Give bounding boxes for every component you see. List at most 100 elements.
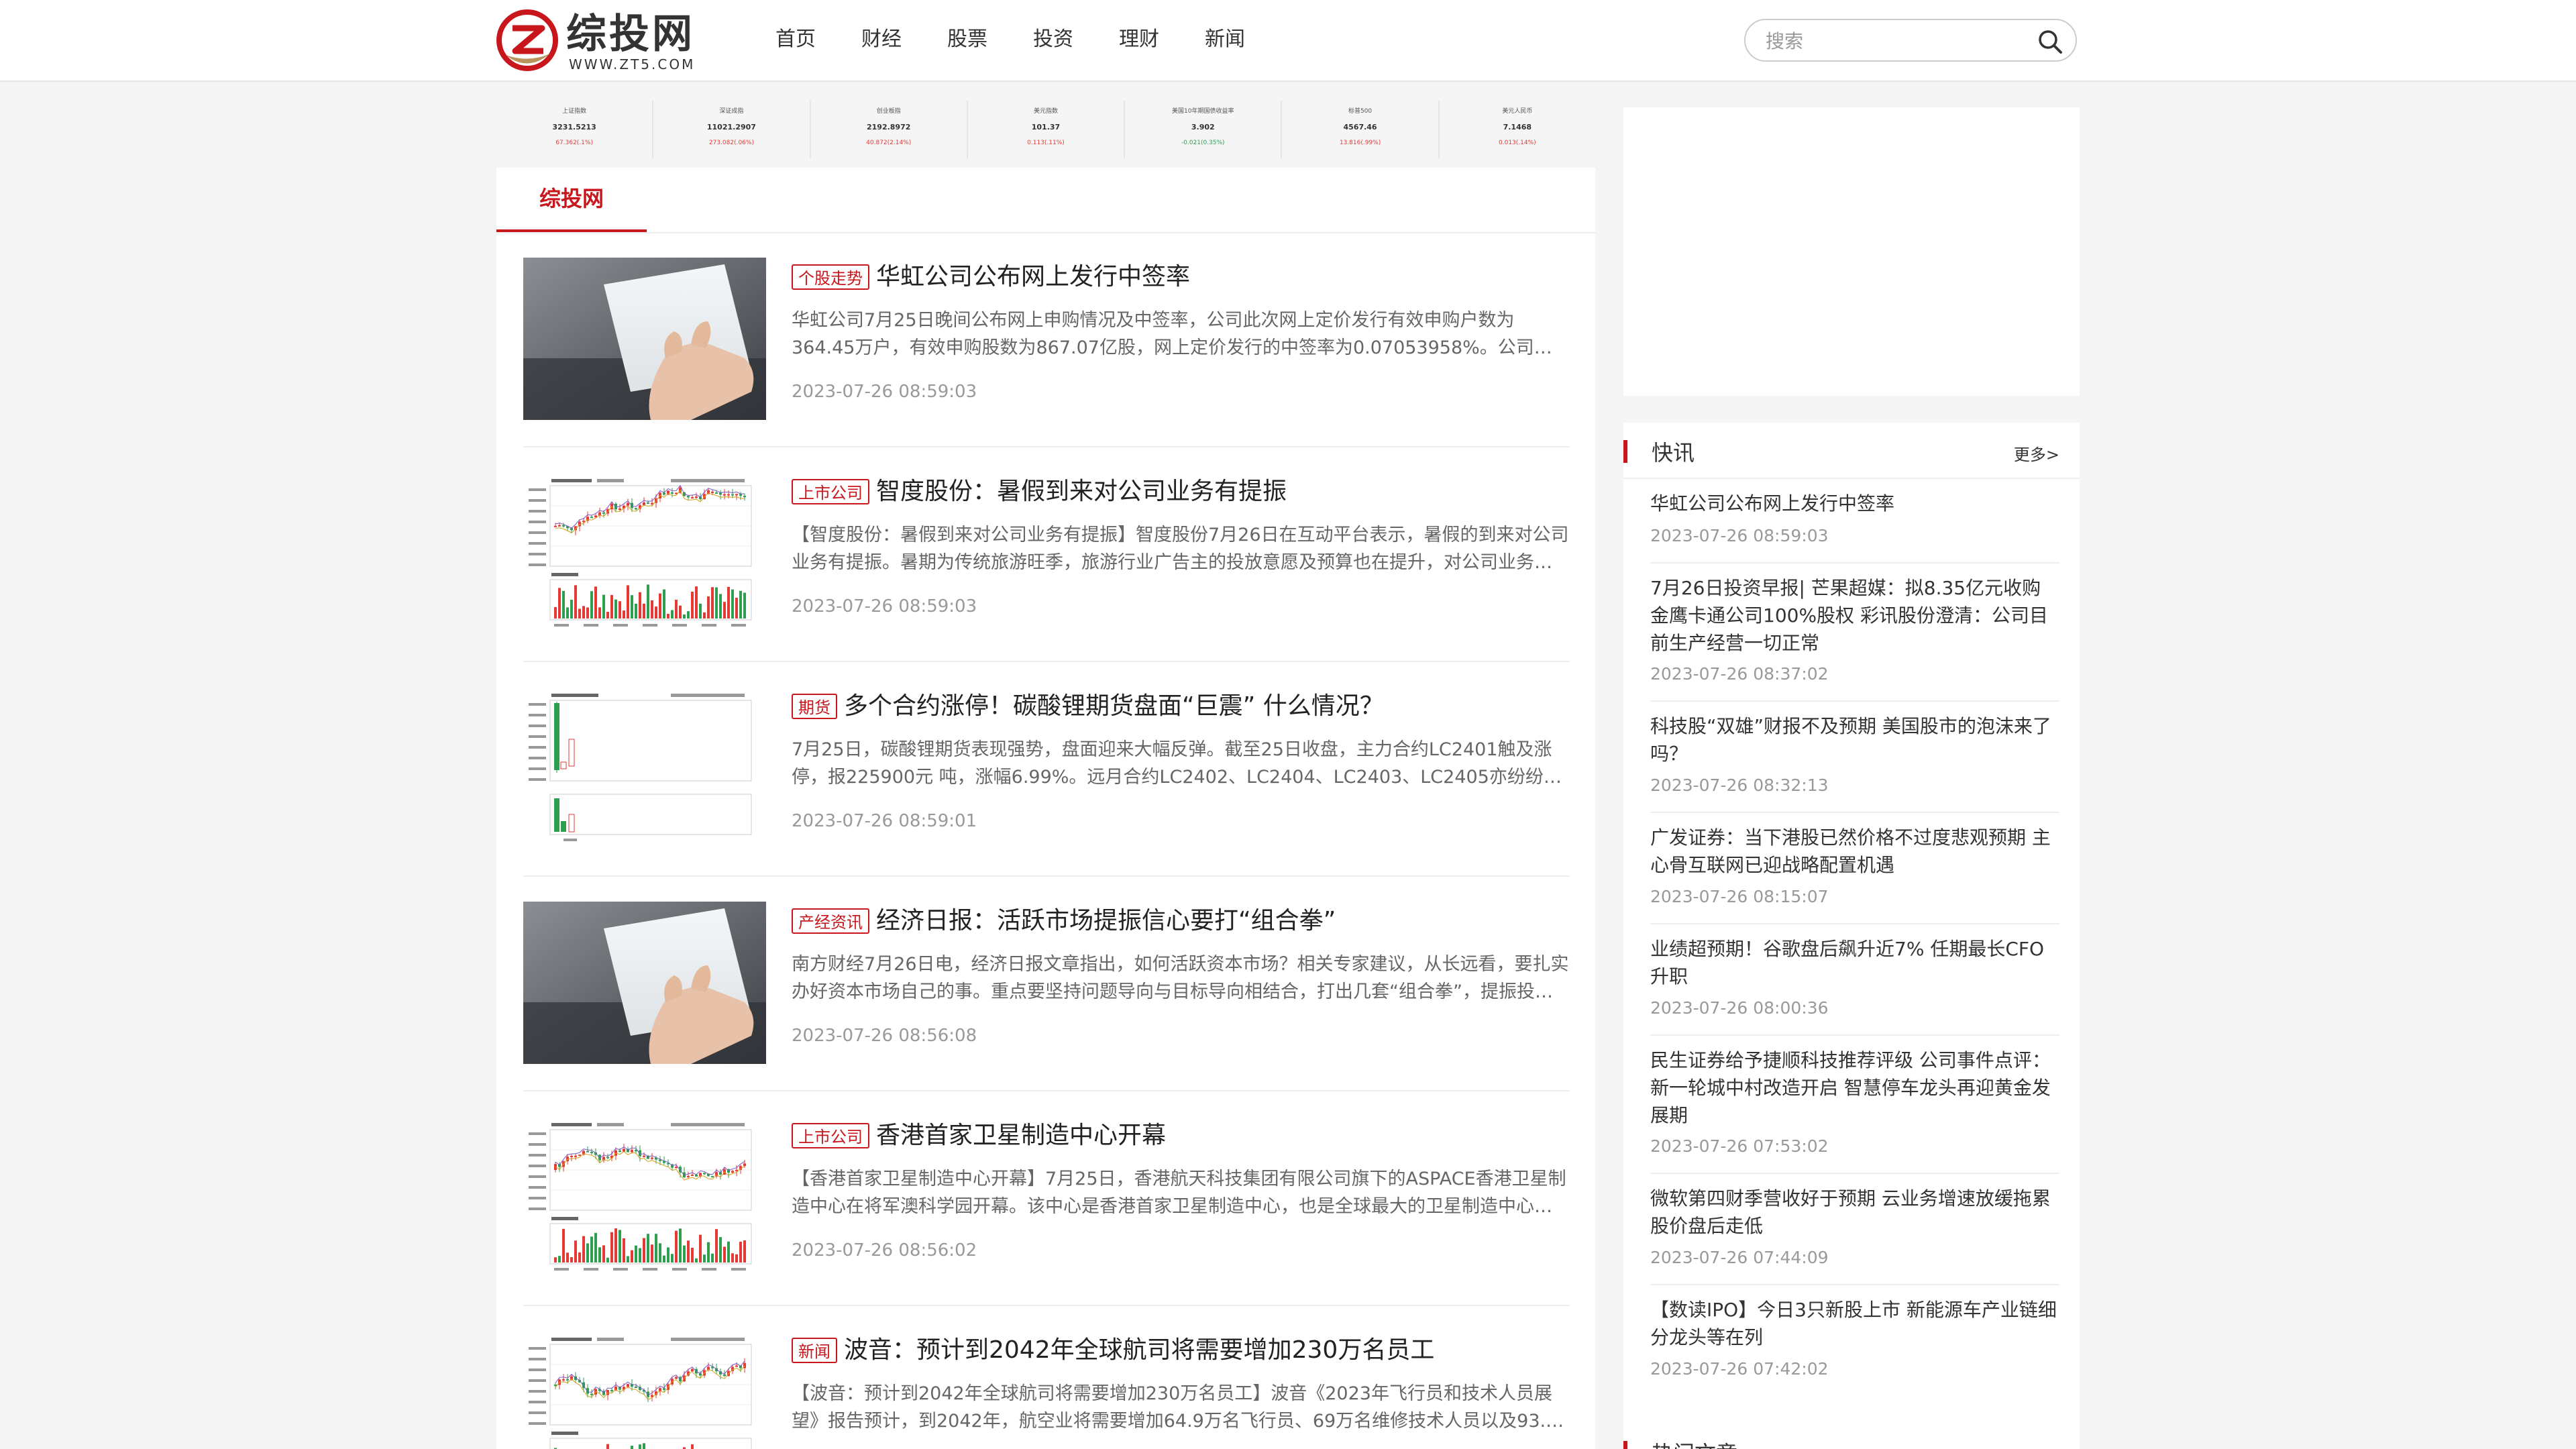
ticker-item[interactable]: 上证指数 3231.5213 67.362(.1%) xyxy=(496,101,654,158)
article-feed: 综投网 个股走势 华虹公司公布网上发行中签率 华虹公司7月25日晚间公布网上申购… xyxy=(496,168,1595,1449)
flash-item-title[interactable]: 【数读IPO】今日3只新股上市 新能源车产业链细分龙头等在列 xyxy=(1650,1296,2059,1351)
article-time: 2023-07-26 08:59:03 xyxy=(792,596,977,616)
flash-item-title[interactable]: 华虹公司公布网上发行中签率 xyxy=(1650,490,2059,517)
flash-news-panel: 快讯 更多> 华虹公司公布网上发行中签率 2023-07-26 08:59:03… xyxy=(1623,423,2080,1449)
flash-item[interactable]: 业绩超预期！谷歌盘后飙升近7% 任期最长CFO升职 2023-07-26 08:… xyxy=(1650,924,2059,1036)
search-box xyxy=(1744,19,2077,62)
article-title[interactable]: 智度股份：暑假到来对公司业务有提振 xyxy=(876,476,1287,508)
main-nav: 首页 财经 股票 投资 理财 新闻 xyxy=(753,0,1268,80)
article-title[interactable]: 香港首家卫星制造中心开幕 xyxy=(876,1120,1166,1152)
article-tag[interactable]: 上市公司 xyxy=(792,1123,869,1148)
ticker-change: 40.872(2.14%) xyxy=(866,140,912,146)
ticker-change: 67.362(.1%) xyxy=(555,140,593,146)
nav-wealth[interactable]: 理财 xyxy=(1096,0,1182,80)
article-tag[interactable]: 上市公司 xyxy=(792,479,869,504)
section-accent-bar xyxy=(1623,1441,1627,1449)
ticker-item[interactable]: 深证成指 11021.2907 273.082(.06%) xyxy=(653,101,811,158)
hot-articles-panel: 热门文章 xyxy=(1623,1426,2080,1449)
article-summary: 【智度股份：暑假到来对公司业务有提振】智度股份7月26日在互动平台表示，暑假的到… xyxy=(792,525,1569,573)
ticker-item[interactable]: 美元指数 101.37 0.113(.11%) xyxy=(968,101,1126,158)
ticker-value: 7.1468 xyxy=(1503,123,1532,131)
ticker-name: 美元指数 xyxy=(1033,108,1058,115)
flash-news-title: 快讯 xyxy=(1652,440,1695,466)
flash-item-time: 2023-07-26 08:32:13 xyxy=(1650,775,1829,795)
ticker-item[interactable]: 创业板指 2192.8972 40.872(2.14%) xyxy=(811,101,968,158)
article-tag[interactable]: 期货 xyxy=(792,694,837,719)
flash-item[interactable]: 科技股“双雄”财报不及预期 美国股市的泡沫来了吗？ 2023-07-26 08:… xyxy=(1650,702,2059,813)
article-item[interactable]: 新闻 波音：预计到2042年全球航司将需要增加230万名员工 【波音：预计到20… xyxy=(523,1306,1570,1449)
article-item[interactable]: 期货 多个合约涨停！碳酸锂期货盘面“巨震” 什么情况？ 7月25日，碳酸锂期货表… xyxy=(523,662,1570,877)
article-time: 2023-07-26 08:56:02 xyxy=(792,1240,977,1260)
article-title[interactable]: 华虹公司公布网上发行中签率 xyxy=(876,261,1190,293)
flash-item[interactable]: 【数读IPO】今日3只新股上市 新能源车产业链细分龙头等在列 2023-07-2… xyxy=(1650,1285,2059,1397)
article-thumbnail[interactable] xyxy=(523,1116,766,1279)
search-input[interactable] xyxy=(1764,27,2022,55)
ticker-name: 深证成指 xyxy=(719,108,744,115)
flash-item[interactable]: 7月26日投资早报| 芒果超媒：拟8.35亿元收购金鹰卡通公司100%股权 彩讯… xyxy=(1650,564,2059,702)
ticker-value: 3231.5213 xyxy=(552,123,596,131)
article-item[interactable]: 产经资讯 经济日报：活跃市场提振信心要打“组合拳” 南方财经7月26日电，经济日… xyxy=(523,877,1570,1091)
article-tag[interactable]: 产经资讯 xyxy=(792,908,869,934)
article-time: 2023-07-26 08:59:03 xyxy=(792,382,977,402)
article-title[interactable]: 多个合约涨停！碳酸锂期货盘面“巨震” 什么情况？ xyxy=(844,690,1384,722)
article-item[interactable]: 个股走势 华虹公司公布网上发行中签率 华虹公司7月25日晚间公布网上申购情况及中… xyxy=(523,233,1570,447)
ticker-change: 0.013(.14%) xyxy=(1499,140,1536,146)
flash-item[interactable]: 民生证券给予捷顺科技推荐评级 公司事件点评：新一轮城中村改造开启 智慧停车龙头再… xyxy=(1650,1036,2059,1174)
flash-item-title[interactable]: 微软第四财季营收好于预期 云业务增速放缓拖累股价盘后走低 xyxy=(1650,1185,2059,1240)
flash-news-header: 快讯 更多> xyxy=(1623,423,2080,479)
site-logo[interactable]: 综投网 WWW.ZT5.COM xyxy=(495,8,710,72)
ticker-change: 0.113(.11%) xyxy=(1027,140,1065,146)
ticker-name: 美国10年期国债收益率 xyxy=(1172,108,1234,115)
flash-item-title[interactable]: 7月26日投资早报| 芒果超媒：拟8.35亿元收购金鹰卡通公司100%股权 彩讯… xyxy=(1650,574,2059,657)
article-item[interactable]: 上市公司 香港首家卫星制造中心开幕 【香港首家卫星制造中心开幕】7月25日，香港… xyxy=(523,1091,1570,1306)
tab-zt5[interactable]: 综投网 xyxy=(496,168,647,232)
article-time: 2023-07-26 08:59:01 xyxy=(792,811,977,831)
flash-item-title[interactable]: 民生证券给予捷顺科技推荐评级 公司事件点评：新一轮城中村改造开启 智慧停车龙头再… xyxy=(1650,1046,2059,1129)
market-ticker: 上证指数 3231.5213 67.362(.1%) 深证成指 11021.2907 2… xyxy=(496,101,1595,158)
article-summary: 【香港首家卫星制造中心开幕】7月25日，香港航天科技集团有限公司旗下的ASPAC… xyxy=(792,1169,1566,1217)
ticker-change: -0.021(0.35%) xyxy=(1181,140,1225,146)
ad-banner xyxy=(1623,107,2080,396)
article-tag[interactable]: 新闻 xyxy=(792,1338,837,1363)
hot-articles-title: 热门文章 xyxy=(1652,1437,1737,1449)
ticker-name: 创业板指 xyxy=(876,108,901,115)
article-thumbnail[interactable] xyxy=(523,902,766,1064)
logo-url: WWW.ZT5.COM xyxy=(569,56,696,72)
ticker-name: 美元人民币 xyxy=(1502,108,1533,115)
article-item[interactable]: 上市公司 智度股份：暑假到来对公司业务有提振 【智度股份：暑假到来对公司业务有提… xyxy=(523,447,1570,662)
flash-item-title[interactable]: 业绩超预期！谷歌盘后飙升近7% 任期最长CFO升职 xyxy=(1650,935,2059,990)
ticker-item[interactable]: 美国10年期国债收益率 3.902 -0.021(0.35%) xyxy=(1125,101,1283,158)
nav-finance[interactable]: 财经 xyxy=(839,0,924,80)
article-thumbnail[interactable] xyxy=(523,1331,766,1449)
article-tag[interactable]: 个股走势 xyxy=(792,264,869,290)
flash-item-title[interactable]: 广发证券：当下港股已然价格不过度悲观预期 主心骨互联网已迎战略配置机遇 xyxy=(1650,824,2059,879)
nav-stocks[interactable]: 股票 xyxy=(924,0,1010,80)
article-thumbnail[interactable] xyxy=(523,258,766,420)
flash-item-title[interactable]: 科技股“双雄”财报不及预期 美国股市的泡沫来了吗？ xyxy=(1650,712,2059,767)
ticker-value: 3.902 xyxy=(1191,123,1215,131)
flash-item[interactable]: 微软第四财季营收好于预期 云业务增速放缓拖累股价盘后走低 2023-07-26 … xyxy=(1650,1174,2059,1285)
ticker-name: 上证指数 xyxy=(562,108,587,115)
article-summary: 华虹公司7月25日晚间公布网上申购情况及中签率，公司此次网上定价发行有效申购户数… xyxy=(792,310,1552,358)
ticker-value: 2192.8972 xyxy=(866,123,911,131)
site-header: 综投网 WWW.ZT5.COM 首页 财经 股票 投资 理财 新闻 xyxy=(0,0,2576,82)
nav-investment[interactable]: 投资 xyxy=(1010,0,1096,80)
nav-home[interactable]: 首页 xyxy=(753,0,839,80)
more-link[interactable]: 更多> xyxy=(2014,441,2059,465)
article-title[interactable]: 经济日报：活跃市场提振信心要打“组合拳” xyxy=(876,905,1336,937)
nav-news[interactable]: 新闻 xyxy=(1182,0,1268,80)
ticker-name: 标普500 xyxy=(1348,108,1373,115)
article-thumbnail[interactable] xyxy=(523,472,766,635)
article-title[interactable]: 波音：预计到2042年全球航司将需要增加230万名员工 xyxy=(844,1334,1434,1366)
flash-item[interactable]: 华虹公司公布网上发行中签率 2023-07-26 08:59:03 xyxy=(1650,479,2059,564)
ticker-item[interactable]: 美元人民币 7.1468 0.013(.14%) xyxy=(1440,101,1595,158)
article-thumbnail[interactable] xyxy=(523,687,766,849)
ticker-value: 4567.46 xyxy=(1343,123,1377,131)
search-icon[interactable] xyxy=(2037,28,2063,55)
feed-tabbar: 综投网 xyxy=(496,168,1595,233)
ticker-item[interactable]: 标普500 4567.46 13.816(.99%) xyxy=(1282,101,1440,158)
flash-item[interactable]: 广发证券：当下港股已然价格不过度悲观预期 主心骨互联网已迎战略配置机遇 2023… xyxy=(1650,813,2059,924)
flash-item-time: 2023-07-26 07:53:02 xyxy=(1650,1136,1829,1156)
article-summary: 【波音：预计到2042年全球航司将需要增加230万名员工】波音《2023年飞行员… xyxy=(792,1383,1558,1432)
flash-item-time: 2023-07-26 07:42:02 xyxy=(1650,1359,1829,1379)
